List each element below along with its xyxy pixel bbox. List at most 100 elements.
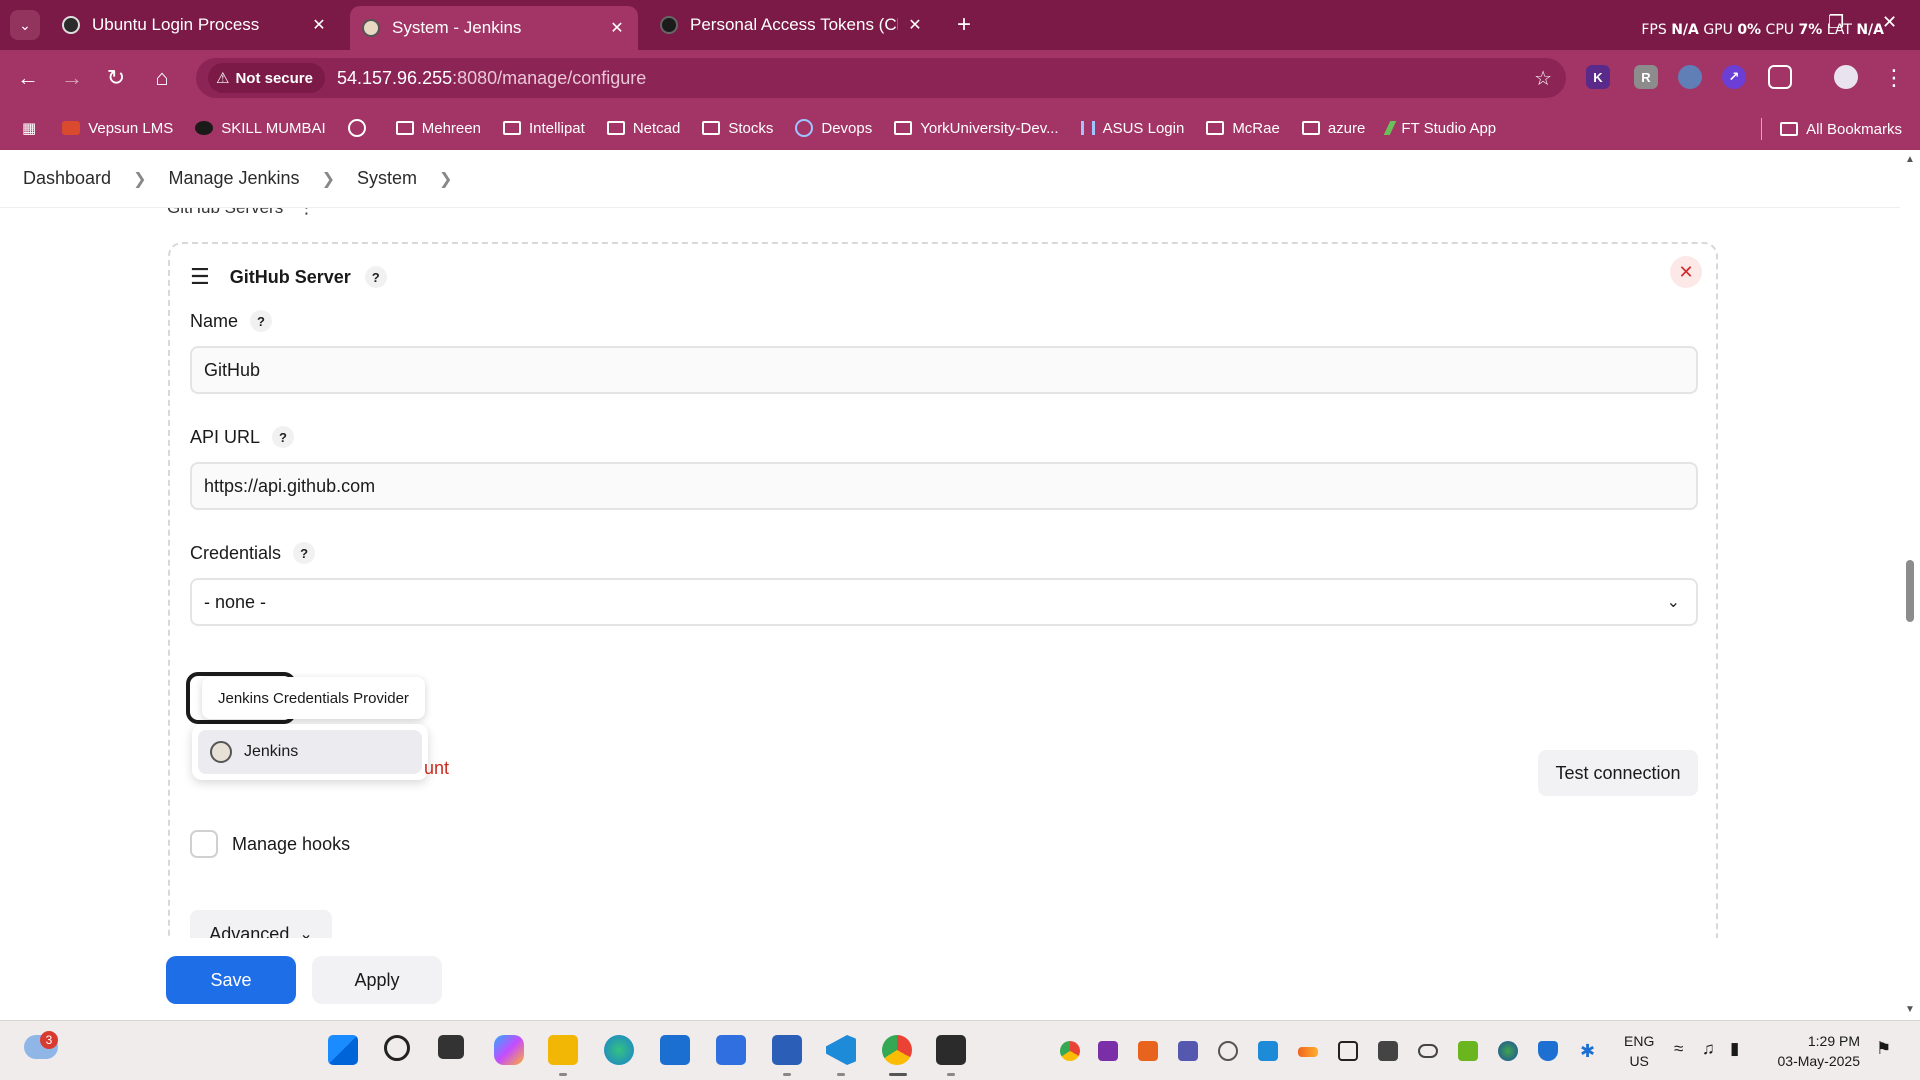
security-shield-icon[interactable] bbox=[1538, 1041, 1558, 1061]
task-view-icon[interactable] bbox=[438, 1035, 464, 1059]
nvidia-icon[interactable] bbox=[1458, 1041, 1478, 1061]
folder-icon bbox=[1780, 122, 1799, 136]
not-secure-badge[interactable]: ⚠ Not secure bbox=[208, 63, 325, 93]
word-icon[interactable] bbox=[772, 1035, 802, 1065]
running-indicator bbox=[837, 1073, 845, 1076]
name-field[interactable]: GitHub bbox=[190, 346, 1698, 394]
delete-server-close-icon[interactable]: ✕ bbox=[1670, 256, 1702, 288]
edge-icon[interactable] bbox=[604, 1035, 634, 1065]
extension-shield-icon[interactable] bbox=[1678, 65, 1702, 89]
browser-menu-icon[interactable]: ⋮ bbox=[1880, 64, 1908, 92]
tray-globe-icon[interactable] bbox=[1498, 1041, 1518, 1061]
url-text: 54.157.96.255:8080/manage/configure bbox=[336, 67, 647, 88]
terminal-icon[interactable] bbox=[936, 1035, 966, 1065]
tray-podcast-icon[interactable] bbox=[1218, 1041, 1238, 1061]
bookmark-mehreen[interactable]: Mehreen bbox=[395, 120, 481, 137]
profile-avatar[interactable] bbox=[1834, 65, 1858, 89]
new-tab-plus-icon[interactable]: + bbox=[951, 11, 977, 38]
bookmark-skill-mumbai[interactable]: SKILL MUMBAI bbox=[195, 120, 326, 137]
notifications-bell-icon[interactable]: ⚑ bbox=[1876, 1039, 1891, 1059]
tray-device-icon[interactable] bbox=[1378, 1041, 1398, 1061]
scroll-thumb[interactable] bbox=[1906, 560, 1914, 622]
browser-tab-bar: ⌄ Ubuntu Login Process ✕ System - Jenkin… bbox=[0, 0, 1920, 50]
dropdown-item-jenkins[interactable]: Jenkins bbox=[198, 730, 422, 774]
close-tab-icon[interactable]: ✕ bbox=[906, 15, 924, 35]
restore-window-icon[interactable]: ❐ bbox=[1828, 12, 1844, 33]
volume-icon[interactable]: ♫ bbox=[1702, 1039, 1715, 1059]
tab-ubuntu-login[interactable]: Ubuntu Login Process ✕ bbox=[50, 6, 340, 44]
bookmark-netcad[interactable]: Netcad bbox=[606, 120, 680, 137]
vscode-icon[interactable] bbox=[826, 1035, 856, 1065]
tab-system-jenkins[interactable]: System - Jenkins ✕ bbox=[350, 6, 638, 50]
power-automate-icon[interactable] bbox=[716, 1035, 746, 1065]
tray-onenote-icon[interactable] bbox=[1098, 1041, 1118, 1061]
close-tab-icon[interactable]: ✕ bbox=[310, 15, 328, 35]
apply-button[interactable]: Apply bbox=[312, 956, 442, 1004]
credentials-select[interactable]: - none - ⌄ bbox=[190, 578, 1698, 626]
scroll-down-arrow-icon[interactable]: ▼ bbox=[1905, 1004, 1915, 1015]
microsoft-store-icon[interactable] bbox=[660, 1035, 690, 1065]
apps-grid-icon[interactable]: ▦ bbox=[22, 119, 36, 137]
bookmark-ft-studio-app[interactable]: FT Studio App bbox=[1384, 120, 1496, 137]
windows-start-icon[interactable] bbox=[328, 1035, 358, 1065]
tray-office-icon[interactable] bbox=[1138, 1041, 1158, 1061]
chrome-icon[interactable] bbox=[882, 1035, 912, 1065]
breadcrumb-dashboard[interactable]: Dashboard bbox=[23, 168, 111, 189]
wifi-icon[interactable]: ≈ bbox=[1674, 1039, 1683, 1059]
extension-k-icon[interactable]: K bbox=[1586, 65, 1610, 89]
manage-hooks-checkbox[interactable] bbox=[190, 830, 218, 858]
breadcrumb-manage-jenkins[interactable]: Manage Jenkins bbox=[168, 168, 299, 189]
bookmark-globe[interactable] bbox=[347, 119, 374, 137]
folder-icon bbox=[606, 121, 625, 135]
tray-monitor-icon[interactable] bbox=[1338, 1041, 1358, 1061]
onedrive-cloud-icon[interactable] bbox=[1418, 1044, 1438, 1058]
tray-chrome-icon[interactable] bbox=[1060, 1041, 1080, 1061]
section-help-icon[interactable]: ⋮ bbox=[298, 208, 315, 217]
home-icon[interactable]: ⌂ bbox=[148, 64, 176, 92]
bookmark-mcrae[interactable]: McRae bbox=[1206, 120, 1280, 137]
extension-pen-icon[interactable]: ↗ bbox=[1722, 65, 1746, 89]
bookmark-vepsun-lms[interactable]: Vepsun LMS bbox=[62, 120, 173, 137]
bookmark-asus-login[interactable]: ASUS Login bbox=[1080, 120, 1184, 137]
close-tab-icon[interactable]: ✕ bbox=[608, 18, 626, 38]
back-arrow-icon[interactable]: ← bbox=[14, 64, 42, 92]
test-connection-button[interactable]: Test connection bbox=[1538, 750, 1698, 796]
bookmark-stocks[interactable]: Stocks bbox=[702, 120, 773, 137]
bookmark-star-icon[interactable]: ☆ bbox=[1534, 66, 1552, 91]
all-bookmarks[interactable]: All Bookmarks bbox=[1761, 118, 1902, 140]
chevron-right-icon[interactable]: ❯ bbox=[439, 169, 452, 189]
help-icon[interactable]: ? bbox=[293, 542, 316, 564]
breadcrumb-system[interactable]: System bbox=[357, 168, 417, 189]
file-explorer-icon[interactable] bbox=[548, 1035, 578, 1065]
manage-hooks-label[interactable]: Manage hooks bbox=[232, 834, 350, 855]
battery-icon[interactable]: ▮ bbox=[1730, 1039, 1739, 1059]
search-icon[interactable] bbox=[384, 1035, 410, 1061]
bookmark-azure[interactable]: azure bbox=[1301, 120, 1365, 137]
tab-personal-access-tokens[interactable]: Personal Access Tokens (Classic) ✕ bbox=[648, 6, 936, 44]
tab-search-chevron-icon[interactable]: ⌄ bbox=[10, 10, 40, 40]
scroll-up-arrow-icon[interactable]: ▲ bbox=[1905, 154, 1915, 165]
bookmark-devops[interactable]: Devops bbox=[795, 119, 872, 137]
clock[interactable]: 1:29 PM 03-May-2025 bbox=[1760, 1031, 1861, 1071]
copilot-icon[interactable] bbox=[494, 1035, 524, 1065]
language-indicator[interactable]: ENG US bbox=[1624, 1031, 1654, 1071]
tray-app-icon[interactable] bbox=[1258, 1041, 1278, 1061]
help-icon[interactable]: ? bbox=[364, 266, 387, 288]
drag-handle-icon[interactable]: ☰ bbox=[190, 264, 210, 290]
page-scrollbar[interactable]: ▲ ▼ bbox=[1900, 150, 1920, 1020]
help-icon[interactable]: ? bbox=[250, 310, 273, 332]
tray-teams-icon[interactable] bbox=[1178, 1041, 1198, 1061]
extensions-puzzle-icon[interactable] bbox=[1768, 65, 1792, 89]
help-icon[interactable]: ? bbox=[272, 426, 295, 448]
bookmark-intellipat[interactable]: Intellipat bbox=[502, 120, 585, 137]
address-bar[interactable]: ⚠ Not secure 54.157.96.255:8080/manage/c… bbox=[196, 58, 1566, 98]
reload-icon[interactable]: ↻ bbox=[102, 64, 130, 92]
api-url-field[interactable]: https://api.github.com bbox=[190, 462, 1698, 510]
bookmark-yorkuniversity[interactable]: YorkUniversity-Dev... bbox=[894, 120, 1059, 137]
forward-arrow-icon[interactable]: → bbox=[58, 64, 86, 92]
bluetooth-icon[interactable]: ✱ bbox=[1580, 1041, 1600, 1061]
close-window-icon[interactable]: ✕ bbox=[1882, 12, 1897, 33]
save-button[interactable]: Save bbox=[166, 956, 296, 1004]
extension-r-icon[interactable]: R bbox=[1634, 65, 1658, 89]
tray-chart-icon[interactable] bbox=[1298, 1047, 1318, 1057]
